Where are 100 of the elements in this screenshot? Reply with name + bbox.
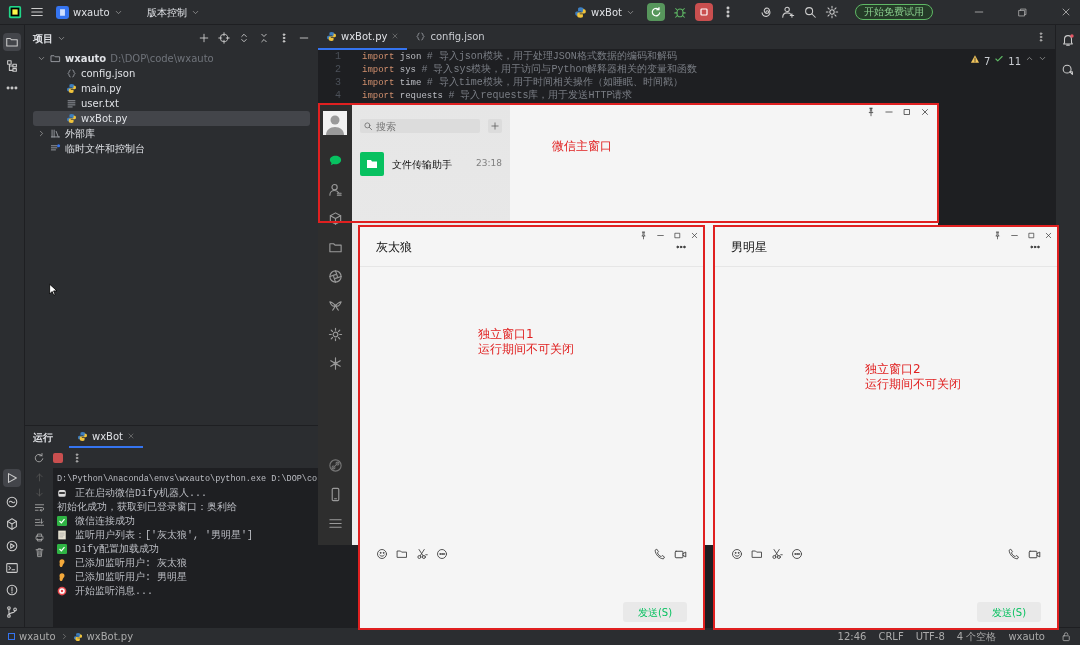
moments-icon[interactable] xyxy=(327,269,343,284)
close-icon[interactable] xyxy=(690,231,699,240)
pin-icon[interactable] xyxy=(866,107,876,117)
print-icon[interactable] xyxy=(33,532,45,543)
status-item[interactable]: UTF-8 xyxy=(915,629,945,644)
status-item[interactable]: wxauto xyxy=(1008,629,1045,644)
editor-tab[interactable]: wxBot.py xyxy=(318,24,408,50)
trash-icon[interactable] xyxy=(33,547,45,558)
favorites-icon[interactable] xyxy=(327,211,343,226)
trial-button[interactable]: 开始免费试用 xyxy=(855,4,933,20)
folder-name: wxauto xyxy=(65,52,107,66)
folder-icon[interactable] xyxy=(396,548,408,560)
vcs-button[interactable]: 版本控制 xyxy=(142,4,204,20)
maximize-icon[interactable] xyxy=(1027,231,1036,240)
close-icon[interactable] xyxy=(1044,231,1053,240)
tree-item[interactable]: user.txt xyxy=(33,96,310,111)
expand-all-icon[interactable] xyxy=(238,32,250,44)
logo-icon[interactable] xyxy=(8,5,22,19)
mini-programs-icon[interactable] xyxy=(327,298,343,313)
project-panel-title[interactable]: 项目 xyxy=(33,30,66,46)
tree-item[interactable]: wxBot.py xyxy=(33,111,310,126)
rerun-button[interactable] xyxy=(647,3,665,21)
status-item[interactable]: 4 个空格 xyxy=(956,629,997,644)
status-item[interactable]: CRLF xyxy=(878,629,904,644)
contacts-icon[interactable] xyxy=(327,182,343,197)
tree-item[interactable]: wxauto D:\DOP\code\wxauto xyxy=(33,51,310,66)
settings-icon[interactable] xyxy=(327,327,343,342)
scroll-to-end-icon[interactable] xyxy=(33,517,45,528)
emoji-icon[interactable] xyxy=(376,548,388,560)
next-icon[interactable] xyxy=(1038,54,1047,63)
breadcrumb-item[interactable]: wxBot.py xyxy=(72,629,134,644)
search-field[interactable]: 搜索 xyxy=(360,119,480,133)
chevron-icon[interactable] xyxy=(37,129,46,138)
menu-icon[interactable] xyxy=(30,5,44,19)
chats-icon[interactable] xyxy=(327,153,343,168)
chat-bubble-icon[interactable] xyxy=(791,548,803,560)
folder-icon[interactable] xyxy=(751,548,763,560)
scissors-icon[interactable] xyxy=(771,548,783,560)
soft-wrap-icon[interactable] xyxy=(33,502,45,513)
lock-icon[interactable] xyxy=(1061,631,1072,642)
terminal-icon[interactable] xyxy=(5,561,19,575)
problems-icon[interactable] xyxy=(5,583,19,597)
phone-call-icon[interactable] xyxy=(1008,548,1020,560)
file-name: 临时文件和控制台 xyxy=(65,142,145,156)
warning-icon xyxy=(969,54,980,64)
project-tool-button[interactable] xyxy=(3,33,21,51)
console-line: 已添加监听用户: 灰太狼 xyxy=(75,556,187,571)
phone-call-icon[interactable] xyxy=(654,548,666,560)
maximize-icon[interactable] xyxy=(902,107,912,117)
chat-title: 灰太狼 xyxy=(376,239,413,256)
editor-tab[interactable]: config.json xyxy=(407,24,493,50)
tree-item[interactable]: main.py xyxy=(33,81,310,96)
add-icon[interactable] xyxy=(198,32,210,44)
close-icon[interactable] xyxy=(1060,6,1072,18)
folder-icon[interactable] xyxy=(327,240,343,255)
previous-icon[interactable] xyxy=(1025,54,1034,63)
services-icon[interactable] xyxy=(5,539,19,553)
restore-icon[interactable] xyxy=(1017,6,1028,18)
collapse-all-icon[interactable] xyxy=(258,32,270,44)
console-line: 微信连接成功 xyxy=(75,514,135,529)
tree-item[interactable]: 外部库 xyxy=(33,126,310,141)
git-icon[interactable] xyxy=(5,605,19,619)
status-item[interactable]: 12:46 xyxy=(837,629,867,644)
close-icon[interactable] xyxy=(920,107,930,117)
chat-bubble-icon[interactable] xyxy=(436,548,448,560)
python-console-icon[interactable] xyxy=(5,495,19,509)
rerun-icon[interactable] xyxy=(33,452,45,464)
add-user-icon[interactable] xyxy=(781,5,795,19)
bug-icon[interactable] xyxy=(673,5,687,19)
pin-icon[interactable] xyxy=(639,231,648,240)
ai-assistant-icon[interactable] xyxy=(759,5,773,19)
warning-count[interactable]: 7 xyxy=(983,54,991,69)
chat-item[interactable]: 文件传输助手 23:18 xyxy=(352,149,510,179)
file-name: 外部库 xyxy=(65,127,95,141)
run-config-selector[interactable]: wxBot xyxy=(570,4,639,20)
link-icon[interactable] xyxy=(327,458,343,473)
project-button[interactable]: wxauto xyxy=(52,4,127,20)
run-tab[interactable]: wxBot xyxy=(69,426,143,448)
locate-icon[interactable] xyxy=(218,32,230,44)
settings-icon[interactable] xyxy=(825,5,839,19)
sparkle-icon[interactable] xyxy=(327,356,343,371)
scissors-icon[interactable] xyxy=(416,548,428,560)
chevron-icon[interactable] xyxy=(37,54,46,63)
pin-icon[interactable] xyxy=(993,231,1002,240)
stop-button[interactable] xyxy=(695,3,713,21)
menu-icon[interactable] xyxy=(327,516,343,531)
run-tool-button[interactable] xyxy=(3,469,21,487)
structure-icon[interactable] xyxy=(5,59,19,73)
maximize-icon[interactable] xyxy=(673,231,682,240)
ai-chat-icon[interactable] xyxy=(1061,63,1075,77)
tree-item[interactable]: 临时文件和控制台 xyxy=(33,141,310,156)
file-name: main.py xyxy=(81,82,122,96)
search-icon[interactable] xyxy=(803,5,817,19)
tree-item[interactable]: config.json xyxy=(33,66,310,81)
breadcrumb-item[interactable]: wxauto xyxy=(8,629,56,644)
emoji-icon[interactable] xyxy=(731,548,743,560)
project-icon xyxy=(56,5,69,19)
check-count[interactable]: 11 xyxy=(1008,54,1021,69)
notifications-icon[interactable] xyxy=(1061,33,1075,47)
packages-icon[interactable] xyxy=(5,517,19,531)
